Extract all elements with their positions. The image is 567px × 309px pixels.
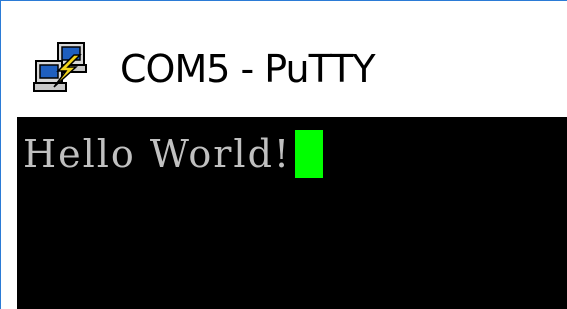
putty-icon[interactable] xyxy=(32,41,94,99)
terminal-line: Hello World! xyxy=(23,130,324,178)
window-title: COM5 - PuTTY xyxy=(120,47,376,91)
putty-window: COM5 - PuTTY Hello World! xyxy=(0,0,567,309)
terminal-text: Hello World! xyxy=(23,132,292,176)
terminal-area[interactable]: Hello World! xyxy=(17,117,567,309)
title-bar[interactable]: COM5 - PuTTY xyxy=(2,1,567,116)
cursor-block xyxy=(295,130,324,178)
